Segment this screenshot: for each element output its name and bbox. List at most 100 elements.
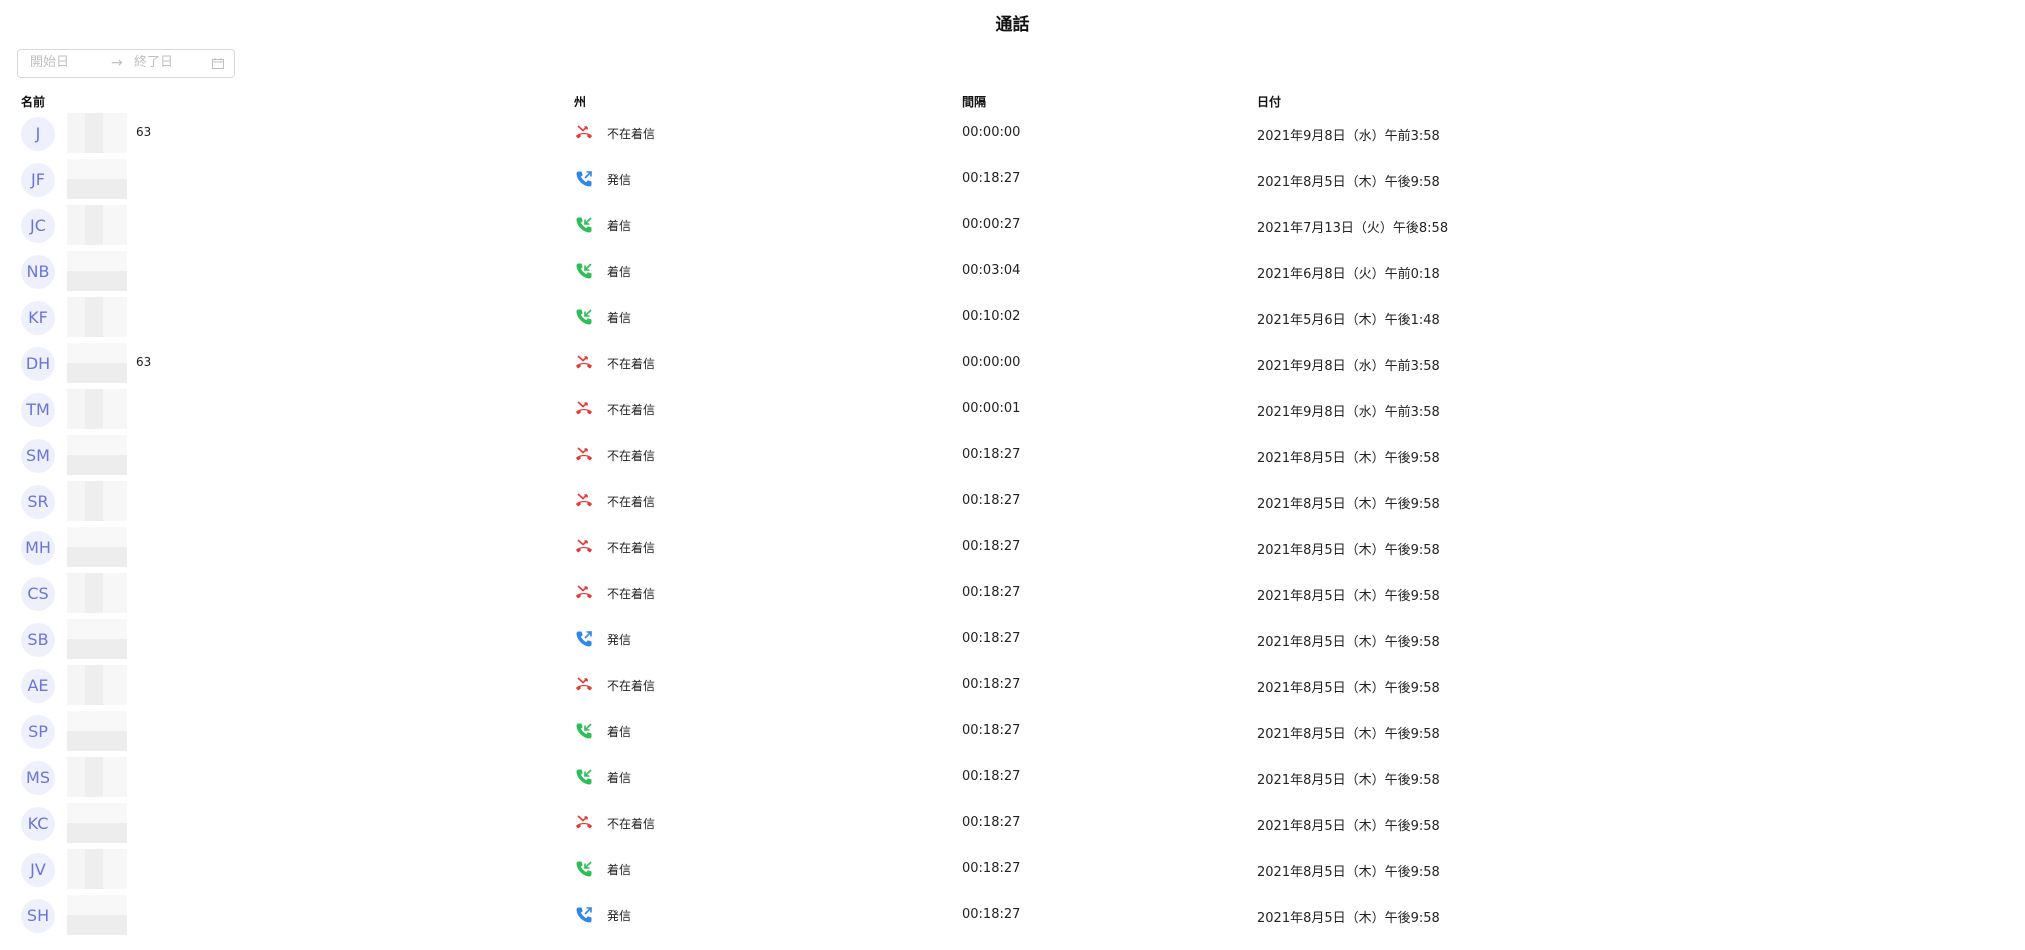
call-duration: 00:18:27: [962, 861, 1021, 876]
call-duration: 00:18:27: [962, 677, 1021, 692]
table-row[interactable]: JF 発信 00:18:27 2021年8月5日（木）午後9:58: [0, 156, 2025, 202]
call-state: 不在着信: [607, 127, 656, 141]
avatar: SB: [21, 623, 55, 657]
avatar: MS: [21, 761, 55, 795]
avatar: SH: [21, 899, 55, 933]
incoming-call-icon: [574, 307, 594, 327]
avatar: TM: [21, 393, 55, 427]
table-row[interactable]: SB 発信 00:18:27 2021年8月5日（木）午後9:58: [0, 616, 2025, 662]
call-date: 2021年8月5日（木）午後9:58: [1257, 451, 1440, 466]
column-header-name[interactable]: 名前: [21, 93, 45, 110]
call-date: 2021年8月5日（木）午後9:58: [1257, 727, 1440, 742]
table-row[interactable]: JV 着信 00:18:27 2021年8月5日（木）午後9:58: [0, 846, 2025, 892]
column-header-date[interactable]: 日付: [1257, 93, 1281, 110]
redacted-name: [67, 895, 127, 935]
incoming-call-icon: [574, 215, 594, 235]
table-row[interactable]: MS 着信 00:18:27 2021年8月5日（木）午後9:58: [0, 754, 2025, 800]
calls-table: 名前 州 間隔 日付 J 63 不在着信 00:00:00 2021年9月8日（水）午前…: [0, 90, 2025, 935]
redacted-name: [67, 205, 127, 245]
table-row[interactable]: SP 着信 00:18:27 2021年8月5日（木）午後9:58: [0, 708, 2025, 754]
call-date: 2021年8月5日（木）午後9:58: [1257, 681, 1440, 696]
call-duration: 00:18:27: [962, 585, 1021, 600]
incoming-call-icon: [574, 261, 594, 281]
call-state: 着信: [607, 219, 632, 233]
call-duration: 00:00:27: [962, 217, 1021, 232]
call-state: 着信: [607, 265, 632, 279]
avatar: JV: [21, 853, 55, 887]
missed-call-icon: [574, 353, 594, 373]
table-row[interactable]: TM 不在着信 00:00:01 2021年9月8日（水）午前3:58: [0, 386, 2025, 432]
column-header-duration[interactable]: 間隔: [962, 93, 986, 110]
missed-call-icon: [574, 399, 594, 419]
table-row[interactable]: DH 63 不在着信 00:00:00 2021年9月8日（水）午前3:58: [0, 340, 2025, 386]
redacted-name: [67, 573, 127, 613]
table-row[interactable]: JC 着信 00:00:27 2021年7月13日（火）午後8:58: [0, 202, 2025, 248]
redacted-name: [67, 343, 127, 383]
missed-call-icon: [574, 675, 594, 695]
call-duration: 00:18:27: [962, 539, 1021, 554]
call-duration: 00:18:27: [962, 447, 1021, 462]
call-state: 発信: [607, 633, 632, 647]
redacted-name: [67, 251, 127, 291]
date-range-picker[interactable]: →: [17, 49, 235, 78]
call-duration: 00:18:27: [962, 631, 1021, 646]
avatar: CS: [21, 577, 55, 611]
call-date: 2021年8月5日（木）午後9:58: [1257, 773, 1440, 788]
call-state: 着信: [607, 311, 632, 325]
missed-call-icon: [574, 583, 594, 603]
call-date: 2021年8月5日（木）午後9:58: [1257, 635, 1440, 650]
redacted-name: [67, 711, 127, 751]
table-row[interactable]: KC 不在着信 00:18:27 2021年8月5日（木）午後9:58: [0, 800, 2025, 846]
call-date: 2021年8月5日（木）午後9:58: [1257, 865, 1440, 880]
avatar: JC: [21, 209, 55, 243]
call-date: 2021年8月5日（木）午後9:58: [1257, 175, 1440, 190]
redacted-name: [67, 113, 127, 153]
contact-name-suffix: 63: [136, 125, 152, 139]
avatar: MH: [21, 531, 55, 565]
page-title: 通話: [995, 15, 1030, 35]
call-duration: 00:10:02: [962, 309, 1021, 324]
avatar: SR: [21, 485, 55, 519]
redacted-name: [67, 435, 127, 475]
call-duration: 00:18:27: [962, 907, 1021, 922]
call-date: 2021年7月13日（火）午後8:58: [1257, 221, 1449, 236]
missed-call-icon: [574, 123, 594, 143]
redacted-name: [67, 389, 127, 429]
table-row[interactable]: J 63 不在着信 00:00:00 2021年9月8日（水）午前3:58: [0, 110, 2025, 156]
end-date-input[interactable]: [134, 55, 204, 70]
call-state: 不在着信: [607, 403, 656, 417]
call-duration: 00:03:04: [962, 263, 1021, 278]
call-state: 発信: [607, 909, 632, 923]
redacted-name: [67, 527, 127, 567]
table-row[interactable]: CS 不在着信 00:18:27 2021年8月5日（木）午後9:58: [0, 570, 2025, 616]
missed-call-icon: [574, 491, 594, 511]
table-row[interactable]: AE 不在着信 00:18:27 2021年8月5日（木）午後9:58: [0, 662, 2025, 708]
call-date: 2021年8月5日（木）午後9:58: [1257, 911, 1440, 926]
table-row[interactable]: MH 不在着信 00:18:27 2021年8月5日（木）午後9:58: [0, 524, 2025, 570]
table-row[interactable]: KF 着信 00:10:02 2021年5月6日（木）午後1:48: [0, 294, 2025, 340]
outgoing-call-icon: [574, 905, 594, 925]
call-date: 2021年6月8日（火）午前0:18: [1257, 267, 1440, 282]
redacted-name: [67, 665, 127, 705]
avatar: J: [21, 117, 55, 151]
column-header-state[interactable]: 州: [574, 93, 586, 110]
call-state: 不在着信: [607, 679, 656, 693]
call-state: 不在着信: [607, 449, 656, 463]
call-date: 2021年5月6日（木）午後1:48: [1257, 313, 1440, 328]
redacted-name: [67, 849, 127, 889]
avatar: DH: [21, 347, 55, 381]
start-date-input[interactable]: [30, 55, 100, 70]
missed-call-icon: [574, 445, 594, 465]
missed-call-icon: [574, 813, 594, 833]
redacted-name: [67, 159, 127, 199]
avatar: KF: [21, 301, 55, 335]
incoming-call-icon: [574, 767, 594, 787]
table-row[interactable]: SR 不在着信 00:18:27 2021年8月5日（木）午後9:58: [0, 478, 2025, 524]
table-row[interactable]: NB 着信 00:03:04 2021年6月8日（火）午前0:18: [0, 248, 2025, 294]
calendar-icon[interactable]: [212, 58, 224, 69]
call-duration: 00:18:27: [962, 723, 1021, 738]
missed-call-icon: [574, 537, 594, 557]
table-row[interactable]: SH 発信 00:18:27 2021年8月5日（木）午後9:58: [0, 892, 2025, 938]
table-row[interactable]: SM 不在着信 00:18:27 2021年8月5日（木）午後9:58: [0, 432, 2025, 478]
incoming-call-icon: [574, 721, 594, 741]
